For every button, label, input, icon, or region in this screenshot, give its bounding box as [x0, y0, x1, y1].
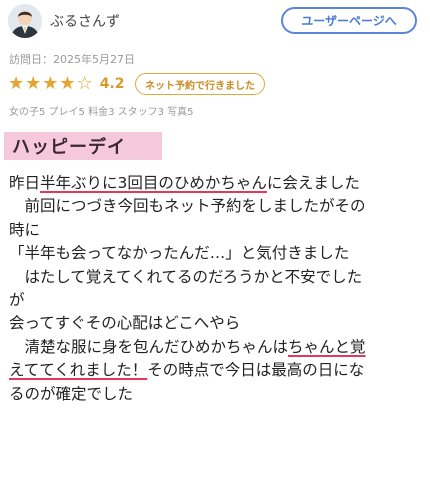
review-line: るのが確定でした — [9, 384, 134, 403]
visit-date: 訪問日：2025年5月27日 — [9, 53, 135, 66]
review-line: 前回につづき今回もネット予約をしましたがその — [9, 197, 366, 216]
rating-value: 4.2 — [99, 76, 125, 92]
review-line: えててくれました！その時点で今日は最高の日にな — [9, 361, 365, 380]
underlined-text: 半年ぶりに3回目のひめかちゃん — [40, 174, 267, 192]
review-body: 昨日半年ぶりに3回目のひめかちゃんに会えました 前回につづき今回もネット予約をし… — [9, 172, 425, 406]
underlined-text: ちゃんと覚 — [288, 337, 366, 356]
star-filled-icon: ★ — [8, 73, 25, 94]
avatar[interactable] — [8, 4, 42, 38]
net-reservation-badge: ネット予約で行きました — [135, 73, 265, 95]
username[interactable]: ぶるさんず — [50, 11, 120, 31]
user-avatar-icon — [8, 4, 42, 38]
score-breakdown: 女の子5 プレイ5 料金3 スタッフ3 写真5 — [9, 107, 194, 118]
star-filled-icon: ★ — [25, 73, 42, 94]
review-line: 会ってすぐその心配はどこへやら — [9, 314, 241, 333]
review-line: 時に — [9, 220, 41, 239]
rating-stars: ★ ★ ★ ★ ☆ 4.2 — [8, 74, 125, 94]
star-empty-icon: ☆ — [76, 73, 93, 94]
user-page-button[interactable]: ユーザーページへ — [281, 7, 417, 34]
review-line: が — [9, 291, 25, 310]
underlined-text: えててくれました！ — [9, 361, 148, 380]
review-line: 清楚な服に身を包んだひめかちゃんはちゃんと覚 — [9, 337, 366, 356]
star-filled-icon: ★ — [42, 73, 59, 94]
review-title: ハッピーデイ — [12, 137, 126, 158]
review-line: 「半年も会ってなかったんだ…」と気付きました — [9, 244, 350, 263]
star-filled-icon: ★ — [59, 73, 76, 94]
review-title-bar: ハッピーデイ — [4, 132, 162, 160]
review-line: 昨日半年ぶりに3回目のひめかちゃんに会えました — [9, 174, 360, 192]
review-line: はたして覚えてくれてるのだろうかと不安でした — [9, 267, 363, 286]
